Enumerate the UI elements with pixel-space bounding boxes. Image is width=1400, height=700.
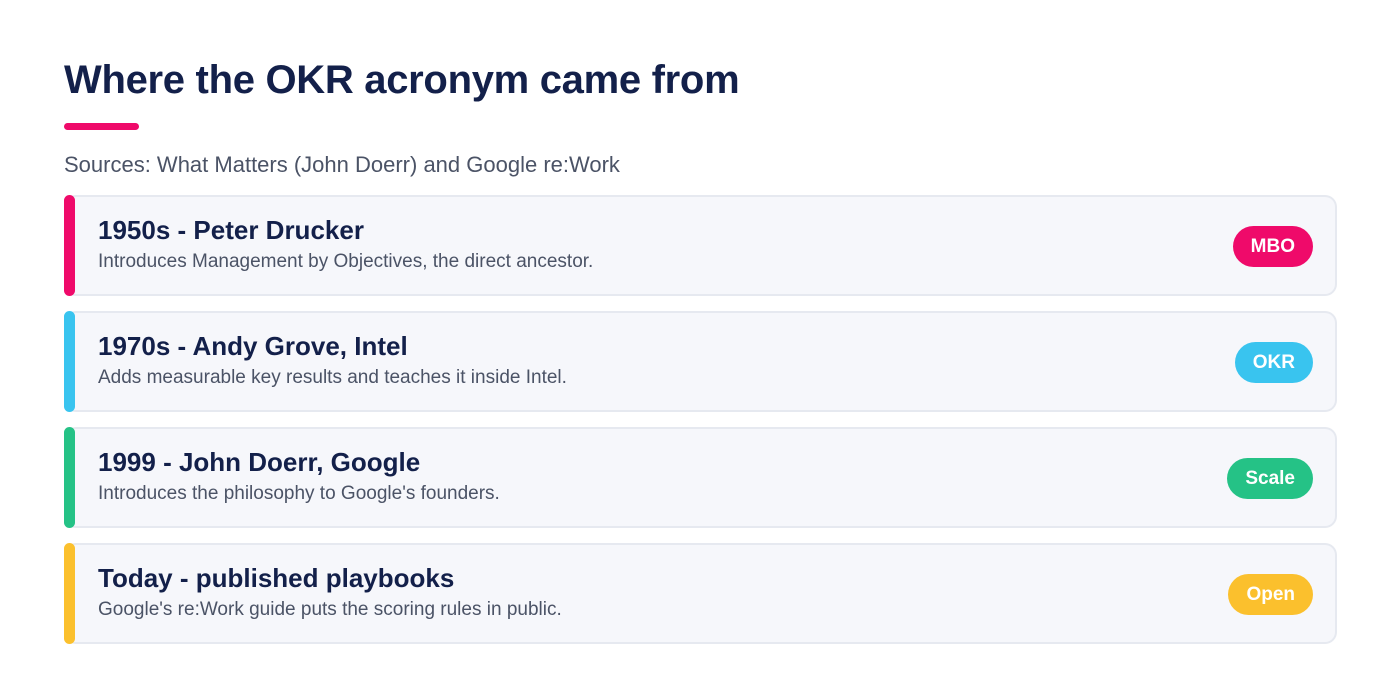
timeline-item-heading: Today - published playbooks <box>98 563 455 593</box>
timeline-item-heading: 1999 - John Doerr, Google <box>98 447 421 477</box>
page-subtitle: Sources: What Matters (John Doerr) and G… <box>64 152 620 177</box>
timeline-item-badge: Scale <box>1227 458 1313 499</box>
timeline-accent-bar <box>64 427 75 528</box>
timeline-accent-bar <box>64 311 75 412</box>
timeline-item: Today - published playbooks Google's re:… <box>64 543 1337 644</box>
timeline-item-badge: Open <box>1228 574 1313 615</box>
page-title: Where the OKR acronym came from <box>64 58 740 102</box>
timeline-item: 1950s - Peter Drucker Introduces Managem… <box>64 195 1337 296</box>
timeline-item-description: Introduces the philosophy to Google's fo… <box>98 483 500 504</box>
timeline-item-badge: OKR <box>1234 342 1313 383</box>
timeline-item-description: Adds measurable key results and teaches … <box>98 367 567 388</box>
title-underline <box>64 123 139 130</box>
timeline-item: 1970s - Andy Grove, Intel Adds measurabl… <box>64 311 1337 412</box>
timeline-accent-bar <box>64 195 75 296</box>
timeline-item-badge: MBO <box>1232 226 1313 267</box>
timeline: 1950s - Peter Drucker Introduces Managem… <box>64 195 1337 659</box>
timeline-item-heading: 1970s - Andy Grove, Intel <box>98 331 408 361</box>
timeline-item-description: Introduces Management by Objectives, the… <box>98 251 594 272</box>
timeline-item-description: Google's re:Work guide puts the scoring … <box>98 599 562 620</box>
timeline-accent-bar <box>64 543 75 644</box>
timeline-item: 1999 - John Doerr, Google Introduces the… <box>64 427 1337 528</box>
timeline-item-heading: 1950s - Peter Drucker <box>98 215 364 245</box>
